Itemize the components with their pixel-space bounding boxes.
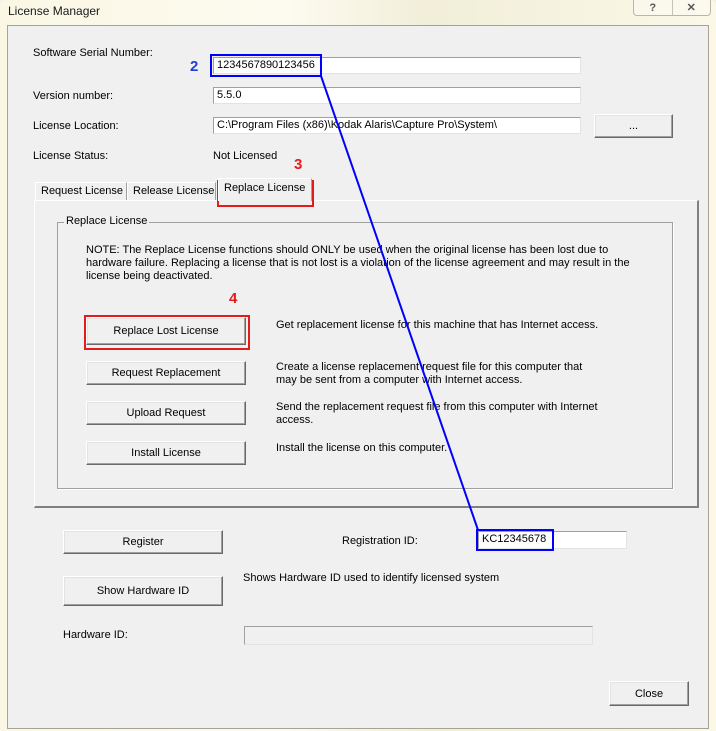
serial-number-label: Software Serial Number: xyxy=(33,47,153,59)
button-label: Show Hardware ID xyxy=(96,585,190,597)
tab-request-license[interactable]: Request License xyxy=(35,182,127,200)
request-replacement-button[interactable]: Request Replacement xyxy=(86,361,246,385)
register-button[interactable]: Register xyxy=(63,530,223,554)
registration-id-label: Registration ID: xyxy=(342,535,418,547)
button-label: Close xyxy=(634,687,664,700)
button-label: Install License xyxy=(131,447,201,459)
help-button[interactable]: ? xyxy=(634,0,672,15)
close-icon: ✕ xyxy=(686,2,696,14)
tab-label: Release License xyxy=(133,185,215,197)
show-hardware-id-description: Shows Hardware ID used to identify licen… xyxy=(243,572,500,584)
step-2-marker: 2 xyxy=(190,58,199,75)
replace-note: NOTE: The Replace License functions shou… xyxy=(86,244,630,282)
hardware-id-field[interactable] xyxy=(244,626,593,645)
tab-label: Replace License xyxy=(224,182,306,194)
request-replacement-description: Create a license replacement request fil… xyxy=(276,361,583,386)
tab-label: Request License xyxy=(41,185,123,197)
button-label: Replace Lost License xyxy=(113,325,219,337)
upload-request-description: Send the replacement request file from t… xyxy=(276,401,598,426)
button-label: Register xyxy=(122,536,164,548)
browse-button[interactable]: ... xyxy=(594,114,673,138)
step-3-marker: 3 xyxy=(294,156,303,173)
replace-license-groupbox: Replace License NOTE: The Replace Licens… xyxy=(57,215,673,489)
license-status-label: License Status: xyxy=(33,150,109,162)
title-bar-buttons: ? ✕ xyxy=(633,0,711,16)
dialog-client-area: Software Serial Number: 1234567890123456… xyxy=(7,25,709,729)
replace-license-panel: Replace License NOTE: The Replace Licens… xyxy=(34,200,699,508)
license-location-label: License Location: xyxy=(33,120,119,132)
replace-lost-license-button[interactable]: Replace Lost License xyxy=(86,317,246,345)
step-4-marker: 4 xyxy=(229,290,238,307)
replace-lost-license-description: Get replacement license for this machine… xyxy=(276,319,599,331)
close-button[interactable]: Close xyxy=(609,681,689,706)
version-number-label: Version number: xyxy=(33,90,114,102)
show-hardware-id-button[interactable]: Show Hardware ID xyxy=(63,576,223,606)
version-number-field[interactable]: 5.5.0 xyxy=(213,87,581,104)
button-label: Upload Request xyxy=(126,407,206,419)
tab-replace-license[interactable]: Replace License xyxy=(218,178,312,201)
install-license-description: Install the license on this computer. xyxy=(276,442,448,454)
serial-number-field[interactable]: 1234567890123456 xyxy=(213,57,581,74)
license-manager-window: License Manager ? ✕ Software Serial Numb… xyxy=(0,0,716,731)
license-status-value: Not Licensed xyxy=(213,150,278,162)
registration-id-field[interactable]: KC12345678 xyxy=(478,531,627,549)
install-license-button[interactable]: Install License xyxy=(86,441,246,465)
help-icon: ? xyxy=(649,1,657,14)
tab-release-license[interactable]: Release License xyxy=(127,182,216,200)
hardware-id-label: Hardware ID: xyxy=(63,629,128,641)
window-title: License Manager xyxy=(8,4,101,18)
window-close-button[interactable]: ✕ xyxy=(671,0,711,15)
button-label: Request Replacement xyxy=(111,367,221,379)
license-location-field[interactable]: C:\Program Files (x86)\Kodak Alaris\Capt… xyxy=(213,117,581,134)
groupbox-title: Replace License xyxy=(64,215,150,227)
upload-request-button[interactable]: Upload Request xyxy=(86,401,246,425)
browse-label: ... xyxy=(628,120,639,132)
